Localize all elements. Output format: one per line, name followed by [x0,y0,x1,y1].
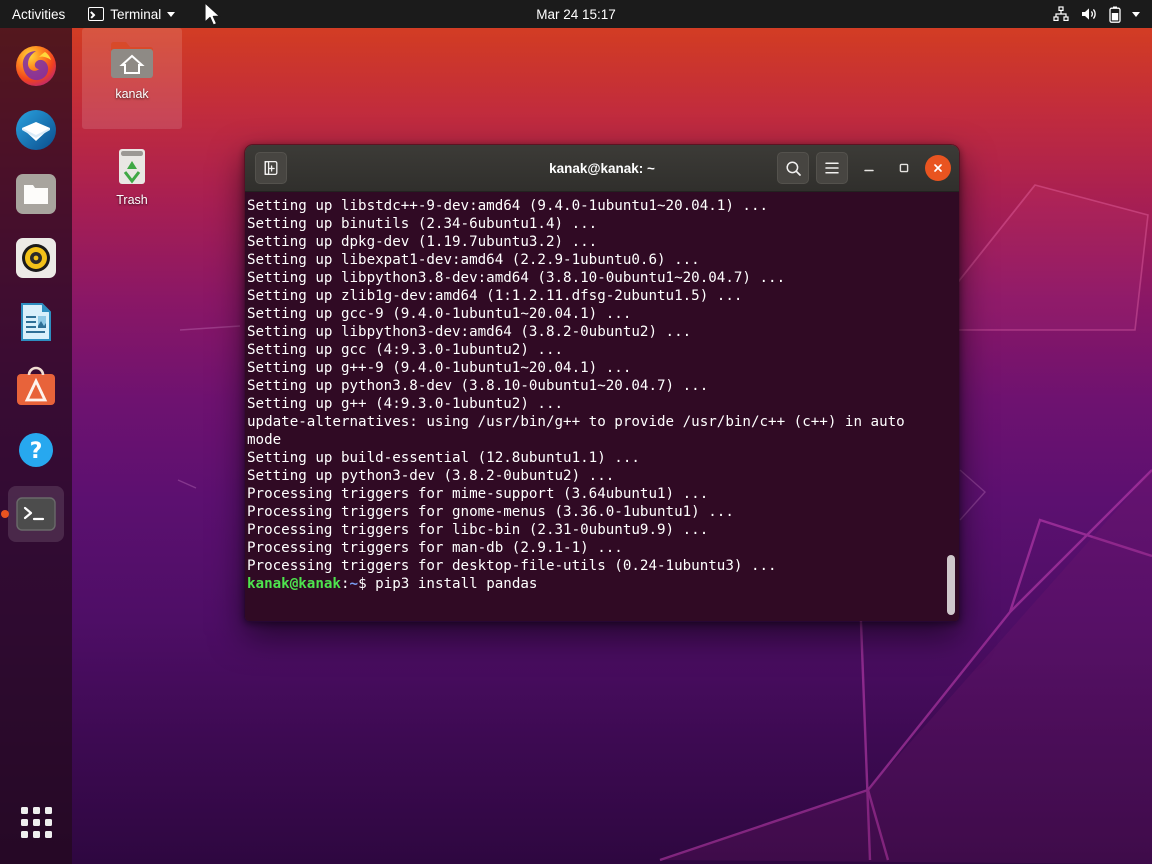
terminal-output-line: Setting up dpkg-dev (1.19.7ubuntu3.2) ..… [247,234,598,250]
dock-item-libreoffice-writer[interactable] [8,294,64,350]
terminal-titlebar[interactable]: kanak@kanak: ~ [245,145,959,192]
terminal-output-line: Setting up build-essential (12.8ubuntu1.… [247,450,640,466]
battery-icon [1109,6,1121,23]
terminal-command-input: pip3 install pandas [375,576,538,592]
rhythmbox-icon [14,236,59,281]
terminal-window[interactable]: kanak@kanak: ~ Setting up libstdc++-9-de… [244,144,960,622]
terminal-icon [88,7,105,21]
terminal-output-line: Processing triggers for man-db (2.9.1-1)… [247,540,623,556]
terminal-output-line: Processing triggers for mime-support (3.… [247,486,709,502]
prompt-colon: : [340,576,350,592]
titlebar-controls [777,152,951,184]
dock-item-help[interactable]: ? [8,422,64,478]
terminal-output-line: Setting up gcc (4:9.3.0-1ubuntu2) ... [247,342,564,358]
desktop-screen: Activities Terminal Mar 24 15:17 ? kanak… [0,0,1152,864]
new-tab-button-wrap [245,152,287,184]
desktop-icon-trash-label: Trash [116,193,148,207]
terminal-output-line: Setting up g++ (4:9.3.0-1ubuntu2) ... [247,396,564,412]
system-indicators[interactable] [1053,0,1152,28]
clock-label: Mar 24 15:17 [536,6,616,22]
hamburger-menu-button[interactable] [816,152,848,184]
desktop-icon-home[interactable]: kanak [82,28,182,129]
dock-item-rhythmbox[interactable] [8,230,64,286]
ubuntu-software-icon [14,364,59,409]
search-button[interactable] [777,152,809,184]
close-button[interactable] [925,155,951,181]
trash-icon [119,149,145,184]
terminal-output-line: Setting up libexpat1-dev:amd64 (2.2.9-1u… [247,252,700,268]
terminal-output-line: update-alternatives: using /usr/bin/g++ … [247,414,905,430]
terminal-output-line: Setting up libstdc++-9-dev:amd64 (9.4.0-… [247,198,769,214]
files-icon [14,172,59,217]
terminal-body[interactable]: Setting up libstdc++-9-dev:amd64 (9.4.0-… [245,192,959,621]
libreoffice-writer-icon [14,300,59,345]
terminal-output-line: Processing triggers for gnome-menus (3.3… [247,504,734,520]
grid-dot [44,830,52,838]
grid-dot [44,818,52,826]
volume-icon [1082,8,1096,20]
terminal-output-line: Setting up g++-9 (9.4.0-1ubuntu1~20.04.1… [247,360,632,376]
new-tab-icon [264,160,278,176]
prompt-path: ~ [349,576,359,592]
terminal-output-line: Setting up zlib1g-dev:amd64 (1:1.2.11.df… [247,288,743,304]
grid-dot [44,806,52,814]
show-applications-button[interactable] [12,798,60,846]
terminal-output-line: Setting up binutils (2.34-6ubuntu1.4) ..… [247,216,598,232]
terminal-output-line: Setting up python3.8-dev (3.8.10-0ubuntu… [247,378,709,394]
terminal-output-line: Setting up libpython3-dev:amd64 (3.8.2-0… [247,324,692,340]
chevron-down-icon [167,11,176,17]
app-menu-label: Terminal [110,6,162,22]
grid-dot [20,806,28,814]
prompt-user-host: kanak@kanak [247,576,341,592]
firefox-icon [14,44,59,89]
grid-dot [32,818,40,826]
close-icon [934,164,942,172]
thunderbird-icon [14,108,59,153]
top-panel: Activities Terminal Mar 24 15:17 [0,0,1152,28]
dock-item-terminal[interactable] [8,486,64,542]
new-tab-button[interactable] [255,152,287,184]
grid-dot [32,806,40,814]
terminal-output-line: Processing triggers for libc-bin (2.31-0… [247,522,709,538]
dock-item-thunderbird[interactable] [8,102,64,158]
dock-item-ubuntu-software[interactable] [8,358,64,414]
search-icon [785,160,801,176]
activities-button[interactable]: Activities [0,0,79,28]
desktop-icon-trash[interactable]: Trash [82,134,182,207]
maximize-icon [899,163,909,173]
terminal-output: Setting up libstdc++-9-dev:amd64 (9.4.0-… [245,196,959,593]
help-icon: ? [14,428,59,473]
activities-label: Activities [12,6,66,22]
home-folder-icon [111,42,153,78]
grid-dot [20,830,28,838]
prompt-dollar: $ [358,576,376,592]
terminal-output-line: Setting up gcc-9 (9.4.0-1ubuntu1~20.04.1… [247,306,632,322]
terminal-prompt-line: kanak@kanak:~$ pip3 install pandas [247,575,947,593]
terminal-output-line: mode [247,432,282,448]
panel-left-group: Activities Terminal [0,0,184,28]
dock-item-files[interactable] [8,166,64,222]
app-menu-button[interactable]: Terminal [79,0,184,28]
svg-text:?: ? [30,439,43,464]
terminal-icon [14,492,59,537]
minimize-icon [864,169,874,172]
grid-dot [32,830,40,838]
terminal-output-line: Processing triggers for desktop-file-uti… [247,558,777,574]
maximize-button[interactable] [890,154,918,182]
network-wired-icon [1053,6,1069,22]
dock: ? [0,28,72,864]
grid-dot [20,818,28,826]
terminal-output-line: Setting up python3-dev (3.8.2-0ubuntu2) … [247,468,615,484]
terminal-output-line: Setting up libpython3.8-dev:amd64 (3.8.1… [247,270,786,286]
terminal-scrollbar[interactable] [947,555,955,615]
desktop-icon-home-label: kanak [115,87,149,101]
minimize-button[interactable] [855,154,883,182]
hamburger-menu-icon [825,162,839,174]
dock-item-firefox[interactable] [8,38,64,94]
system-menu-chevron-down-icon[interactable] [1132,11,1140,17]
